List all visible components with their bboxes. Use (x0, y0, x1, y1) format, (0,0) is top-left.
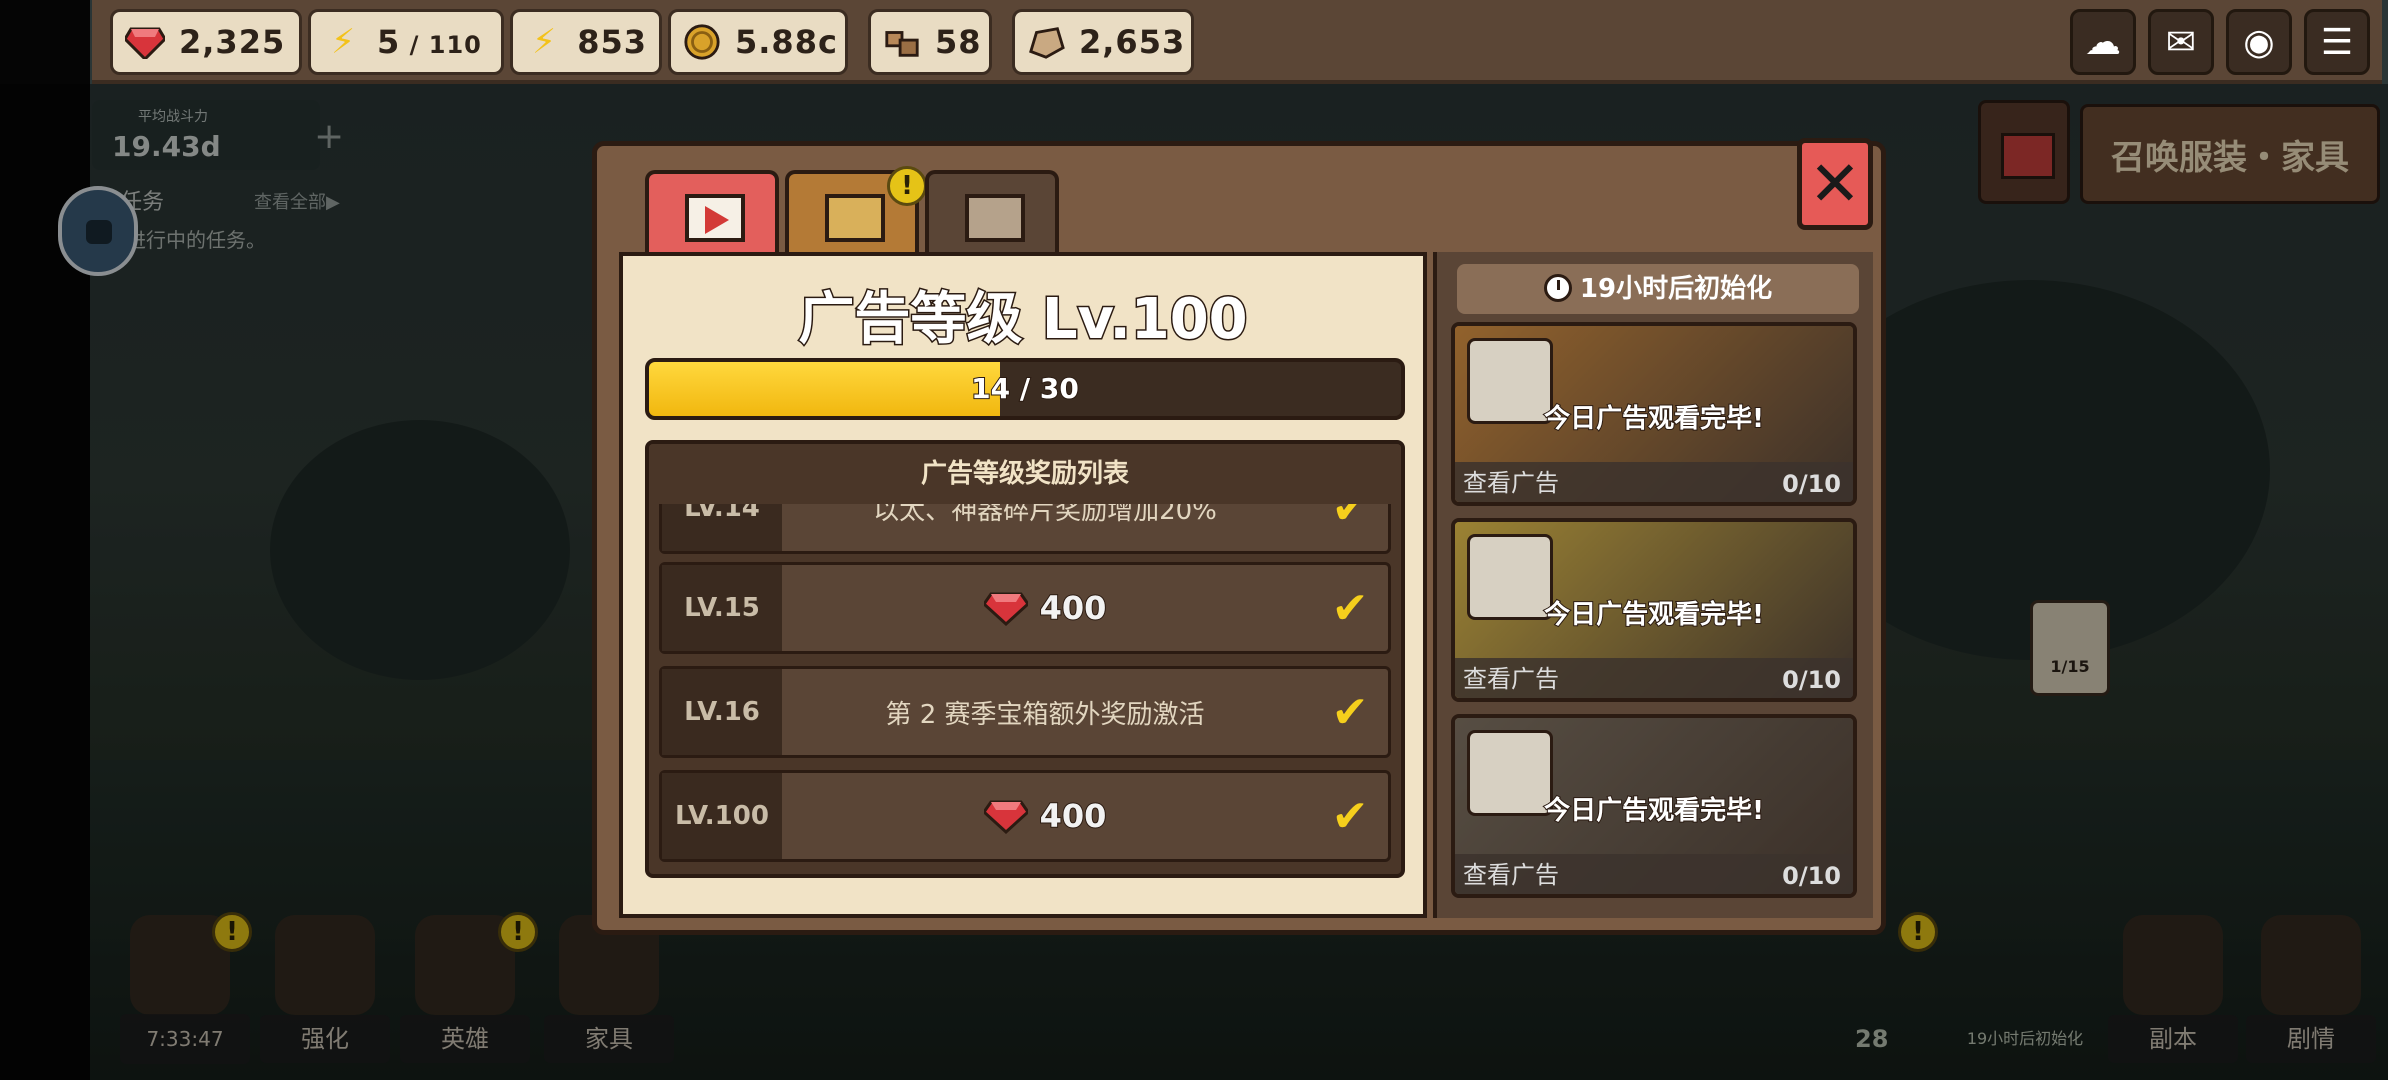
ad-level-modal: ! ✕ 广告等级 Lv.100 14 / 30 广告等级奖励列表 LV.14 以… (592, 138, 1886, 935)
tab-shop[interactable] (925, 170, 1059, 258)
ad-count: 0/10 (1782, 862, 1841, 890)
progress-text: 14 / 30 (970, 371, 1080, 406)
camera-button[interactable]: ◉ (2226, 9, 2292, 75)
ad-level-panel: 广告等级 Lv.100 14 / 30 广告等级奖励列表 LV.14 以太、神器… (619, 252, 1427, 918)
clock-icon (1543, 274, 1572, 302)
mail-button[interactable]: ✉ (2148, 9, 2214, 75)
ad-count: 0/10 (1782, 666, 1841, 694)
bonus-stamina-counter[interactable]: ⚡ 853 (510, 9, 662, 75)
mail-icon: ✉ (2165, 21, 2197, 63)
ad-level-title: 广告等级 Lv.100 (797, 286, 1249, 354)
tab-ad-level[interactable] (645, 170, 779, 258)
ore-icon (883, 22, 921, 62)
ruby-icon (125, 22, 165, 62)
checkmark-icon: ✔ (1331, 687, 1369, 738)
cloud-upload-button[interactable]: ☁ (2070, 9, 2136, 75)
close-button[interactable]: ✕ (1797, 138, 1873, 230)
rewards-list[interactable]: 广告等级奖励列表 LV.14 以太、神器碎片奖励增加20% ✔ LV.15 40… (645, 440, 1405, 878)
reward-row[interactable]: LV.16 第 2 赛季宝箱额外奖励激活 ✔ (659, 666, 1391, 758)
watch-ad-label: 查看广告 (1463, 665, 1559, 693)
menu-button[interactable]: ☰ (2304, 9, 2370, 75)
coin-icon (683, 22, 721, 62)
coin-counter[interactable]: 5.88c (668, 9, 848, 75)
ad-rewards-panel: 19小时后初始化 今日广告观看完毕! 查看广告 0/10 今日广告观看完毕! 查… (1433, 252, 1873, 918)
cloud-upload-icon: ☁ (2085, 21, 2121, 63)
checkmark-icon: ✔ (1331, 791, 1369, 842)
ad-card-ticket[interactable]: 今日广告观看完毕! 查看广告 0/10 (1451, 714, 1857, 898)
rewards-header: 广告等级奖励列表 (649, 444, 1401, 504)
ad-level-progress-bar: 14 / 30 (645, 358, 1405, 420)
ruby-counter[interactable]: 2,325 (110, 9, 302, 75)
lightning-plus-icon: ⚡ (532, 22, 557, 62)
reward-row[interactable]: LV.15 400 ✔ (659, 562, 1391, 654)
reset-timer: 19小时后初始化 (1457, 264, 1859, 314)
menu-icon: ☰ (2320, 21, 2354, 63)
reward-row[interactable]: LV.100 400 ✔ (659, 770, 1391, 862)
ad-card-ruby[interactable]: 今日广告观看完毕! 查看广告 0/10 (1451, 322, 1857, 506)
video-icon (685, 194, 745, 242)
ad-card-stamina[interactable]: 今日广告观看完毕! 查看广告 0/10 (1451, 518, 1857, 702)
ore-counter[interactable]: 58 (868, 9, 992, 75)
checkmark-icon: ✔ (1331, 583, 1369, 634)
ruby-icon (981, 798, 1030, 835)
ad-count: 0/10 (1782, 470, 1841, 498)
camera-icon: ◉ (2243, 21, 2275, 63)
watch-ad-label: 查看广告 (1463, 861, 1559, 889)
stamina-counter[interactable]: ⚡ 5 / 110 (308, 9, 504, 75)
stone-counter[interactable]: 2,653 (1012, 9, 1194, 75)
lightning-icon: ⚡ (331, 22, 355, 62)
bag-icon (965, 194, 1025, 242)
watch-ad-label: 查看广告 (1463, 469, 1559, 497)
close-icon: ✕ (1809, 147, 1861, 220)
stone-icon (1027, 22, 1065, 62)
alert-icon: ! (887, 166, 927, 206)
treasure-chest-icon (825, 194, 885, 242)
resource-bar: 2,325 ⚡ 5 / 110 ⚡ 853 5.88c 58 2,653 ☁ ✉… (92, 0, 2382, 84)
ruby-icon (981, 590, 1030, 627)
